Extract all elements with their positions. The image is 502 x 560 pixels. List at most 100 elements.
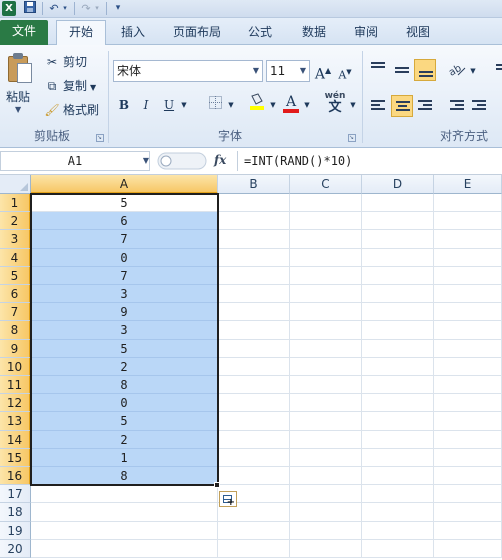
cell[interactable]: 8: [31, 376, 218, 395]
row-header[interactable]: 15: [0, 448, 31, 467]
border-icon[interactable]: [207, 95, 223, 115]
cell[interactable]: 7: [31, 230, 218, 249]
cell[interactable]: [218, 394, 290, 413]
cell[interactable]: [218, 448, 290, 467]
cell[interactable]: [290, 394, 362, 413]
increase-indent-icon[interactable]: [468, 95, 490, 117]
cell[interactable]: [362, 467, 434, 486]
cell[interactable]: [218, 521, 290, 540]
cell[interactable]: [434, 194, 502, 213]
cell[interactable]: [31, 485, 218, 504]
cell[interactable]: 1: [31, 448, 218, 467]
cell[interactable]: [434, 521, 502, 540]
column-header-a[interactable]: A: [31, 175, 218, 194]
cell[interactable]: [218, 248, 290, 267]
tab-review[interactable]: 审阅: [344, 21, 388, 45]
cell[interactable]: [434, 376, 502, 395]
orientation-dropdown-icon[interactable]: ▼: [468, 61, 478, 81]
phonetic-guide-button[interactable]: wén 文: [322, 91, 348, 115]
cell[interactable]: [434, 394, 502, 413]
align-center-button[interactable]: [391, 95, 413, 117]
cell[interactable]: [362, 230, 434, 249]
cell[interactable]: [434, 430, 502, 449]
cell[interactable]: [218, 539, 290, 558]
cell[interactable]: [434, 448, 502, 467]
shrink-font-button[interactable]: A▼: [336, 62, 354, 82]
row-header[interactable]: 20: [0, 539, 31, 558]
cell[interactable]: [218, 412, 290, 431]
cell[interactable]: 0: [31, 394, 218, 413]
row-header[interactable]: 1: [0, 194, 31, 213]
cell[interactable]: [218, 266, 290, 285]
cell[interactable]: [218, 230, 290, 249]
cell[interactable]: [290, 430, 362, 449]
cell[interactable]: [434, 339, 502, 358]
cell[interactable]: [218, 467, 290, 486]
save-icon[interactable]: [22, 1, 38, 16]
row-header[interactable]: 13: [0, 412, 31, 431]
font-size-select[interactable]: 11 ▼: [266, 60, 310, 82]
cell[interactable]: [434, 412, 502, 431]
chevron-down-icon[interactable]: ▼: [297, 61, 309, 81]
cell[interactable]: 5: [31, 412, 218, 431]
cell[interactable]: [218, 339, 290, 358]
cell[interactable]: [31, 539, 218, 558]
row-header[interactable]: 10: [0, 357, 31, 376]
auto-fill-options-icon[interactable]: +: [219, 491, 237, 508]
name-box-dropdown-icon[interactable]: ▼: [140, 151, 152, 171]
cell[interactable]: [362, 339, 434, 358]
cell[interactable]: 6: [31, 212, 218, 231]
wrap-text-icon[interactable]: [492, 59, 502, 81]
cell[interactable]: [362, 430, 434, 449]
paste-icon[interactable]: [8, 53, 34, 85]
tab-data[interactable]: 数据: [292, 21, 336, 45]
cell[interactable]: [362, 521, 434, 540]
column-header-b[interactable]: B: [218, 175, 290, 194]
font-launcher-icon[interactable]: ↘: [348, 134, 356, 142]
cell[interactable]: [31, 503, 218, 522]
cell[interactable]: [290, 448, 362, 467]
decrease-indent-icon[interactable]: [446, 95, 468, 117]
cell[interactable]: [434, 248, 502, 267]
cell[interactable]: [31, 521, 218, 540]
cell[interactable]: [362, 357, 434, 376]
row-header[interactable]: 19: [0, 521, 31, 540]
cell[interactable]: [290, 212, 362, 231]
cell[interactable]: [362, 412, 434, 431]
name-box[interactable]: A1: [0, 151, 150, 171]
clipboard-launcher-icon[interactable]: ↘: [96, 134, 104, 142]
format-painter-button[interactable]: 🖌 格式刷: [44, 100, 99, 120]
column-header-e[interactable]: E: [434, 175, 502, 194]
cell[interactable]: [290, 321, 362, 340]
cell[interactable]: [290, 376, 362, 395]
cell[interactable]: [434, 285, 502, 304]
cell[interactable]: [290, 503, 362, 522]
cell[interactable]: 7: [31, 266, 218, 285]
fill-color-dropdown-icon[interactable]: ▼: [268, 95, 278, 115]
tab-home[interactable]: 开始: [56, 20, 106, 45]
underline-button[interactable]: U: [161, 95, 177, 115]
redo-dropdown-icon[interactable]: ▾: [92, 1, 102, 16]
row-header[interactable]: 18: [0, 503, 31, 522]
undo-dropdown-icon[interactable]: ▾: [60, 1, 70, 16]
copy-dropdown-icon[interactable]: ▼: [90, 83, 96, 92]
font-color-button[interactable]: A: [282, 92, 300, 113]
cell[interactable]: 3: [31, 285, 218, 304]
align-right-button[interactable]: [414, 95, 436, 117]
cell[interactable]: [218, 430, 290, 449]
cell[interactable]: [218, 357, 290, 376]
cell[interactable]: 2: [31, 357, 218, 376]
cell[interactable]: [218, 285, 290, 304]
cut-button[interactable]: ✂ 剪切: [44, 52, 87, 72]
cell[interactable]: [434, 539, 502, 558]
tab-insert[interactable]: 插入: [112, 21, 154, 45]
cell[interactable]: [434, 212, 502, 231]
cell[interactable]: [362, 539, 434, 558]
align-bottom-button[interactable]: [414, 59, 436, 81]
cell[interactable]: [362, 485, 434, 504]
border-dropdown-icon[interactable]: ▼: [226, 95, 236, 115]
tab-formulas[interactable]: 公式: [238, 21, 282, 45]
cell[interactable]: 5: [31, 194, 218, 213]
cell[interactable]: [290, 303, 362, 322]
cell[interactable]: [218, 321, 290, 340]
